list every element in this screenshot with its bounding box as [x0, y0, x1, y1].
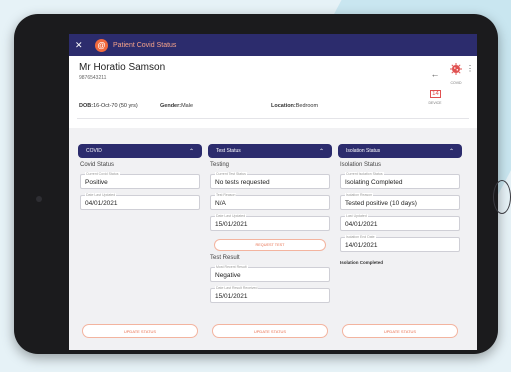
field-label: Date Last Result Received [215, 286, 259, 291]
field-value: N/A [215, 200, 226, 207]
page-title: Patient Covid Status [113, 41, 177, 49]
covid-label: COVID [450, 81, 462, 85]
field-value: No tests requested [215, 179, 270, 186]
test-status-field[interactable]: Current Test Status No tests requested [210, 172, 330, 189]
close-icon[interactable]: ✕ [75, 40, 89, 51]
covid-panel-title: COVID [86, 148, 102, 154]
patient-id: 9876543211 [79, 75, 107, 81]
isolation-status-field[interactable]: Current Isolation Status Isolating Compl… [340, 172, 460, 189]
request-test-button[interactable]: REQUEST TEST [214, 239, 326, 251]
covid-status-field[interactable]: Current Covid Status Positive [80, 172, 200, 189]
test-panel-title: Test Status [216, 148, 241, 154]
recent-result-field[interactable]: Most Recent Result Negative [210, 265, 330, 282]
isolation-subtitle: Isolation Status [340, 162, 382, 168]
test-panel: Test Status ⌃ Testing Current Test Statu… [208, 144, 332, 314]
gender-value: Male [181, 103, 194, 109]
field-label: Current Isolation Status [345, 172, 384, 177]
arrow-left-icon: ← [430, 69, 440, 79]
field-label: Most Recent Result [215, 265, 248, 270]
field-label: Current Covid Status [85, 172, 120, 177]
covid-subtitle: Covid Status [80, 162, 115, 168]
field-value: 04/01/2021 [345, 221, 378, 228]
field-label: Current Test Status [215, 172, 247, 177]
field-value: 15/01/2021 [215, 221, 248, 228]
update-test-button[interactable]: UPDATE STATUS [212, 324, 328, 338]
test-reason-field[interactable]: Test Reason N/A [210, 193, 330, 210]
field-value: Positive [85, 179, 108, 186]
app-logo-icon: @ [95, 38, 108, 52]
isolation-updated-field[interactable]: Last Updated 04/01/2021 [340, 214, 460, 231]
gender-label: Gender: [160, 103, 182, 109]
test-updated-field[interactable]: Date Last Updated 15/01/2021 [210, 214, 330, 231]
dob-value: 16-Oct-70 (50 yrs) [93, 103, 138, 109]
field-value: 04/01/2021 [85, 200, 118, 207]
isolation-end-field[interactable]: Isolation End Date 14/01/2021 [340, 235, 460, 252]
patient-location: Location:Bedroom [271, 103, 318, 109]
field-value: Tested positive (10 days) [345, 200, 417, 207]
location-value: Bedroom [295, 103, 319, 109]
camera-dot [36, 196, 42, 202]
header-divider [77, 118, 469, 119]
isolation-panel-header[interactable]: Isolation Status ⌃ [338, 144, 462, 158]
update-covid-button[interactable]: UPDATE STATUS [82, 324, 198, 338]
covid-panel: COVID ⌃ Covid Status Current Covid Statu… [78, 144, 202, 314]
testing-subtitle: Testing [210, 162, 230, 168]
isolation-panel: Isolation Status ⌃ Isolation Status Curr… [338, 144, 462, 314]
field-label: Last Updated [345, 214, 368, 219]
test-panel-header[interactable]: Test Status ⌃ [208, 144, 332, 158]
top-bar: ✕ @ Patient Covid Status [69, 34, 477, 56]
virus-icon [450, 63, 462, 75]
covid-indicator[interactable]: COVID [447, 62, 465, 85]
chevron-up-icon: ⌃ [448, 148, 454, 155]
field-value: 14/01/2021 [345, 242, 378, 249]
isolation-note: Isolation Completed [340, 260, 384, 265]
field-value: 15/01/2021 [215, 293, 248, 300]
tablet-frame: ✕ @ Patient Covid Status Mr Horatio Sams… [14, 14, 511, 354]
patient-header: Mr Horatio Samson 9876543211 DOB:16-Oct-… [69, 56, 477, 128]
covid-panel-header[interactable]: COVID ⌃ [78, 144, 202, 158]
device-indicator[interactable]: ← 14 DEVICE [425, 64, 445, 105]
field-label: Date Last Updated [85, 193, 117, 198]
device-count-badge: 14 [430, 90, 441, 98]
device-label: DEVICE [428, 101, 442, 105]
field-label: Isolation End Date [345, 235, 376, 240]
test-result-subtitle: Test Result [210, 255, 240, 261]
location-label: Location: [271, 103, 296, 109]
update-isolation-button[interactable]: UPDATE STATUS [342, 324, 458, 338]
chevron-up-icon: ⌃ [188, 148, 194, 155]
field-value: Isolating Completed [345, 179, 403, 186]
isolation-panel-title: Isolation Status [346, 148, 381, 154]
isolation-reason-field[interactable]: Isolation Reason Tested positive (10 day… [340, 193, 460, 210]
dob-label: DOB: [79, 103, 94, 109]
app-screen: ✕ @ Patient Covid Status Mr Horatio Sams… [69, 34, 477, 350]
field-label: Test Reason [215, 193, 237, 198]
field-label: Isolation Reason [345, 193, 374, 198]
chevron-up-icon: ⌃ [318, 148, 324, 155]
field-value: Negative [215, 272, 241, 279]
field-label: Date Last Updated [215, 214, 247, 219]
covid-updated-field[interactable]: Date Last Updated 04/01/2021 [80, 193, 200, 210]
patient-gender: Gender:Male [160, 103, 193, 109]
patient-dob: DOB:16-Oct-70 (50 yrs) [79, 103, 138, 109]
result-date-field[interactable]: Date Last Result Received 15/01/2021 [210, 286, 330, 303]
patient-name: Mr Horatio Samson [79, 62, 166, 73]
more-options-icon[interactable]: ⋮ [466, 64, 474, 73]
home-button[interactable] [493, 180, 511, 214]
